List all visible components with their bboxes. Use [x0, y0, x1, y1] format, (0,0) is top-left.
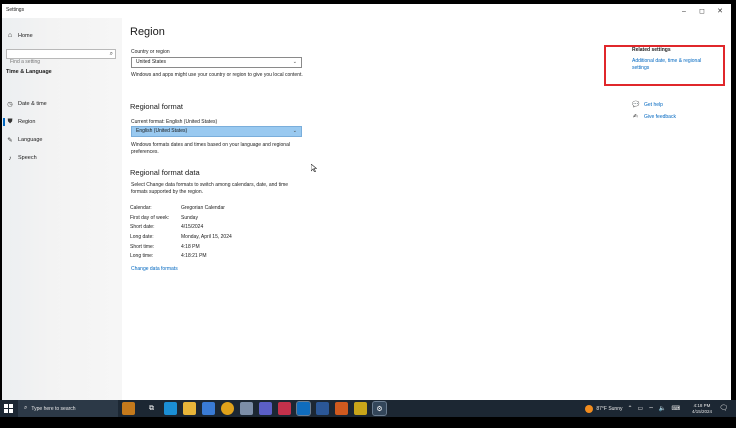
- current-format-label: Current format: English (United States): [131, 119, 218, 125]
- sidebar-home-label: Home: [18, 32, 33, 39]
- get-help-link[interactable]: 💬 Get help: [632, 101, 663, 109]
- chevron-up-icon[interactable]: ⌃: [628, 405, 633, 412]
- data-row: First day of week: Sunday: [130, 215, 198, 221]
- settings-window: Settings – ◻ ✕ ⌂ Home ⌕ Time & Language …: [2, 4, 731, 400]
- data-key: Long time:: [130, 253, 154, 259]
- title-bar: Settings – ◻ ✕: [2, 4, 731, 18]
- battery-icon[interactable]: ▭: [638, 405, 644, 412]
- sidebar-section-title: Time & Language: [6, 69, 52, 75]
- data-key: First day of week:: [130, 215, 170, 221]
- give-feedback-label: Give feedback: [644, 113, 676, 120]
- regional-format-select[interactable]: English (United States) ⌄: [131, 126, 302, 137]
- give-feedback-link[interactable]: ✍ Give feedback: [632, 113, 676, 121]
- data-value: Sunday: [181, 215, 198, 221]
- network-icon[interactable]: ⌔: [648, 405, 654, 413]
- store-icon[interactable]: [202, 402, 215, 415]
- settings-gear-icon[interactable]: ⚙: [372, 401, 387, 416]
- window-controls: – ◻ ✕: [675, 4, 729, 18]
- data-value: Monday, April 15, 2024: [181, 234, 232, 240]
- country-select[interactable]: United States ⌄: [131, 57, 302, 68]
- mouse-pointer-icon: [311, 164, 317, 172]
- edge-icon[interactable]: [164, 402, 177, 415]
- keyboard-icon[interactable]: ⌨: [671, 405, 680, 412]
- data-key: Calendar:: [130, 205, 152, 211]
- app-icon[interactable]: [316, 402, 329, 415]
- teams-icon[interactable]: [259, 402, 272, 415]
- chat-help-icon: 💬: [632, 102, 640, 108]
- sidebar-item-language[interactable]: ✎ Language: [2, 134, 122, 146]
- notification-icon[interactable]: 🗨: [719, 404, 728, 412]
- regional-format-heading: Regional format: [130, 102, 183, 111]
- format-description: Windows formats dates and times based on…: [131, 142, 290, 155]
- data-row: Long date: Monday, April 15, 2024: [130, 234, 232, 240]
- microphone-icon: ♪: [8, 154, 12, 162]
- data-key: Long date:: [130, 234, 154, 240]
- close-button[interactable]: ✕: [711, 4, 729, 18]
- chevron-down-icon: ⌄: [292, 59, 297, 65]
- page-title: Region: [130, 26, 165, 38]
- taskbar-clock[interactable]: 4:18 PM 4/15/2024: [692, 403, 712, 415]
- home-icon: ⌂: [7, 32, 13, 39]
- data-row: Short date: 4/15/2024: [130, 224, 203, 230]
- sidebar-item-region[interactable]: ⛊ Region: [2, 116, 122, 128]
- country-value: United States: [136, 59, 167, 65]
- sidebar-item-label: Speech: [18, 155, 37, 161]
- outlook-icon[interactable]: [296, 401, 311, 416]
- sidebar-item-label: Date & time: [18, 101, 47, 107]
- task-view-icon[interactable]: ⧉: [145, 402, 158, 415]
- search-icon: ⌕: [24, 405, 28, 411]
- annotation-highlight-box: [604, 45, 725, 86]
- weather-sun-icon: [585, 404, 594, 413]
- volume-icon[interactable]: 🔈: [659, 405, 666, 412]
- app-icon[interactable]: [354, 402, 367, 415]
- sidebar-item-date-time[interactable]: ◷ Date & time: [2, 98, 122, 110]
- sidebar-item-home[interactable]: ⌂ Home: [6, 32, 33, 39]
- sidebar: ⌂ Home ⌕ Time & Language ◷ Date & time ⛊…: [2, 18, 122, 400]
- format-data-description: Select Change data formats to switch amo…: [131, 182, 289, 195]
- search-input[interactable]: [7, 58, 101, 66]
- sidebar-item-speech[interactable]: ♪ Speech: [2, 152, 122, 164]
- feedback-icon: ✍: [632, 114, 639, 120]
- maximize-button[interactable]: ◻: [693, 4, 711, 18]
- settings-search[interactable]: ⌕: [6, 49, 116, 66]
- file-explorer-icon[interactable]: [183, 402, 196, 415]
- sidebar-item-label: Language: [18, 137, 43, 143]
- country-label: Country or region: [131, 49, 170, 55]
- data-value: 4:18 PM: [181, 244, 200, 250]
- country-description: Windows and apps might use your country …: [131, 72, 303, 78]
- data-row: Long time: 4:18:21 PM: [130, 253, 207, 259]
- data-key: Short time:: [130, 244, 155, 250]
- format-data-heading: Regional format data: [130, 168, 200, 177]
- data-value: 4:18:21 PM: [181, 253, 207, 259]
- weather-text[interactable]: 87°F Sunny: [596, 406, 622, 412]
- sidebar-item-label: Region: [18, 119, 36, 125]
- photos-icon[interactable]: [240, 402, 253, 415]
- change-data-formats-link[interactable]: Change data formats: [131, 266, 178, 272]
- data-row: Short time: 4:18 PM: [130, 244, 200, 250]
- office-icon[interactable]: [278, 402, 291, 415]
- globe-icon: ⛊: [7, 118, 13, 125]
- get-help-label: Get help: [644, 101, 663, 108]
- search-icon: ⌕: [109, 51, 113, 57]
- data-row: Calendar: Gregorian Calendar: [130, 205, 225, 211]
- windows-logo-icon: [3, 404, 13, 413]
- chevron-down-icon: ⌄: [292, 128, 297, 134]
- chrome-icon[interactable]: [221, 402, 234, 415]
- calendar-clock-icon: ◷: [7, 101, 13, 108]
- minimize-button[interactable]: –: [675, 4, 693, 18]
- data-value: 4/15/2024: [181, 224, 204, 230]
- browser-icon[interactable]: [335, 402, 348, 415]
- taskbar-search-placeholder: Type here to search: [31, 405, 76, 412]
- language-icon: ✎: [7, 137, 13, 144]
- data-key: Short date:: [130, 224, 155, 230]
- format-value: English (United States): [136, 128, 188, 134]
- start-button[interactable]: [0, 400, 16, 417]
- window-title: Settings: [6, 7, 25, 13]
- screen: Settings – ◻ ✕ ⌂ Home ⌕ Time & Language …: [0, 0, 736, 428]
- data-value: Gregorian Calendar: [181, 205, 225, 211]
- taskbar-app-widget[interactable]: [122, 402, 135, 415]
- clock-date: 4/15/2024: [691, 409, 712, 414]
- taskbar-search-box[interactable]: ⌕ Type here to search: [18, 400, 118, 417]
